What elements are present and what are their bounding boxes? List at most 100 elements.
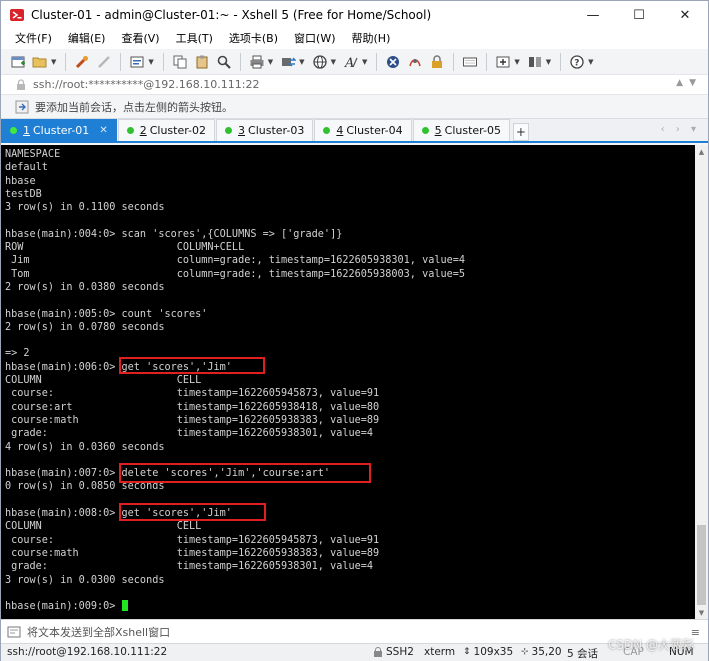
globe-dropdown-icon[interactable]: ▼ [331,58,336,66]
lock-icon[interactable] [428,53,446,71]
terminal-line: testDB [5,188,42,200]
help-icon[interactable]: ? [568,53,586,71]
terminal-output[interactable]: NAMESPACE default hbase testDB 3 row(s) in 0… [1,145,695,619]
tab-cluster-01[interactable]: 1 Cluster-01 ✕ [1,119,117,141]
terminal-line: course: timestamp=1622605945873, value=9… [5,388,380,400]
status-size: ⇕ 109x35 [463,646,513,658]
tab-number: 4 [336,124,344,137]
tab-close-icon[interactable]: ✕ [99,125,107,136]
toolbar: ▼ ▼ ▼ ▼ ▼ A ▼ ▼ ▼ ? ▼ [1,49,708,75]
address-bar: ssh://root:**********@192.168.10.111:22 … [1,75,708,95]
address-nav-arrows-icon[interactable]: ▲▼ [676,78,702,88]
status-connection: ssh://root@192.168.10.111:22 [7,646,168,658]
connect-icon[interactable] [73,53,91,71]
bookmark-arrow-icon[interactable] [15,100,29,114]
maximize-button[interactable]: ☐ [616,1,662,29]
add-tab-dropdown-icon[interactable]: ▼ [514,58,519,66]
tab-number: 2 [139,124,147,137]
title-bar: Cluster-01 - admin@Cluster-01:~ - Xshell… [1,1,708,29]
tab-number: 1 [23,124,30,137]
scroll-thumb[interactable] [697,525,706,605]
close-button[interactable]: ✕ [662,1,708,29]
svg-text:A: A [344,56,354,70]
copy-icon[interactable] [171,53,189,71]
tab-cluster-05[interactable]: 5 Cluster-05 [412,119,510,141]
layout-icon[interactable] [526,53,544,71]
tab-label: Cluster-01 [33,124,90,137]
address-input[interactable]: ssh://root:**********@192.168.10.111:22 [33,78,260,91]
connected-status-icon [10,127,17,134]
status-protocol: SSH2 [373,646,414,658]
xftp-icon[interactable] [384,53,402,71]
tab-cluster-02[interactable]: 2 Cluster-02 [117,119,216,141]
print-dropdown-icon[interactable]: ▼ [268,58,273,66]
properties-dropdown-icon[interactable]: ▼ [148,58,153,66]
hint-bar: 要添加当前会话，点击左侧的箭头按钮。 [1,95,708,119]
tab-label: Cluster-02 [149,124,207,137]
terminal-line: hbase [5,175,36,187]
help-dropdown-icon[interactable]: ▼ [588,58,593,66]
scroll-down-icon[interactable]: ▼ [695,606,708,619]
add-tab-button[interactable]: + [512,123,529,141]
terminal-line: Tom column=grade:, timestamp=16226059380… [5,268,466,280]
tab-cluster-04[interactable]: 4 Cluster-04 [314,119,412,141]
status-position: ⊹ 35,20 [521,646,562,658]
xshell-window: Cluster-01 - admin@Cluster-01:~ - Xshell… [0,0,709,661]
script-icon[interactable] [406,53,424,71]
terminal-scrollbar[interactable]: ▲ ▼ [695,145,708,619]
status-size-text: 109x35 [473,646,514,658]
terminal-line: 2 row(s) in 0.0380 seconds [5,281,165,293]
session-properties-icon[interactable] [128,53,146,71]
font-dropdown-icon[interactable]: ▼ [362,58,367,66]
find-icon[interactable] [215,53,233,71]
layout-dropdown-icon[interactable]: ▼ [546,58,551,66]
menu-window[interactable]: 窗口(W) [286,29,343,49]
toolbar-separator [120,52,122,71]
compose-input[interactable]: 将文本发送到全部Xshell窗口 [27,624,170,640]
terminal-line: hbase(main):004:0> scan 'scores',{COLUMN… [5,228,343,240]
disconnect-icon[interactable] [95,53,113,71]
terminal-line: course:math timestamp=1622605938383, val… [5,547,380,559]
menu-edit[interactable]: 编辑(E) [60,29,114,49]
toolbar-separator [453,52,455,71]
connected-status-icon [323,127,331,134]
terminal-line: 4 row(s) in 0.0360 seconds [5,441,165,453]
font-icon[interactable]: A [342,53,360,71]
highlight-box [119,463,371,483]
terminal-line: grade: timestamp=1622605938301, value=4 [5,561,374,573]
menu-view[interactable]: 查看(V) [113,29,167,49]
watermark: CSDN @大菠彩 [607,638,694,652]
highlight-box [119,357,265,374]
paste-icon[interactable] [193,53,211,71]
open-dropdown-icon[interactable]: ▼ [51,58,56,66]
tab-scroll-arrows-icon[interactable]: ‹ › ▾ [661,124,700,135]
toolbar-separator [560,52,562,71]
globe-icon[interactable] [311,53,329,71]
connected-status-icon [225,127,233,134]
tab-label: Cluster-03 [248,124,305,137]
add-tab-icon[interactable] [494,53,512,71]
menu-help[interactable]: 帮助(H) [344,29,399,49]
toolbar-separator [486,52,488,71]
tab-bar: 1 Cluster-01 ✕ 2 Cluster-02 3 Cluster-03… [1,119,708,143]
menu-tab[interactable]: 选项卡(B) [221,29,286,49]
terminal-line: hbase(main):006:0> get 'scores','Jim' [5,361,232,373]
tab-cluster-03[interactable]: 3 Cluster-03 [216,119,314,141]
scroll-up-icon[interactable]: ▲ [695,145,708,158]
window-controls: — ☐ ✕ [570,1,708,29]
transfer-dropdown-icon[interactable]: ▼ [299,58,304,66]
keyboard-icon[interactable] [461,53,479,71]
open-folder-icon[interactable] [31,53,49,71]
status-protocol-text: SSH2 [386,646,414,658]
print-icon[interactable] [248,53,266,71]
terminal-line: course:math timestamp=1622605938383, val… [5,414,380,426]
terminal-line: Jim column=grade:, timestamp=16226059383… [5,255,466,267]
new-session-icon[interactable] [9,53,27,71]
minimize-button[interactable]: — [570,1,616,29]
terminal-line: default [5,162,48,174]
transfer-icon[interactable] [279,53,297,71]
menu-file[interactable]: 文件(F) [7,29,60,49]
compose-icon[interactable] [7,626,21,638]
menu-tools[interactable]: 工具(T) [168,29,221,49]
